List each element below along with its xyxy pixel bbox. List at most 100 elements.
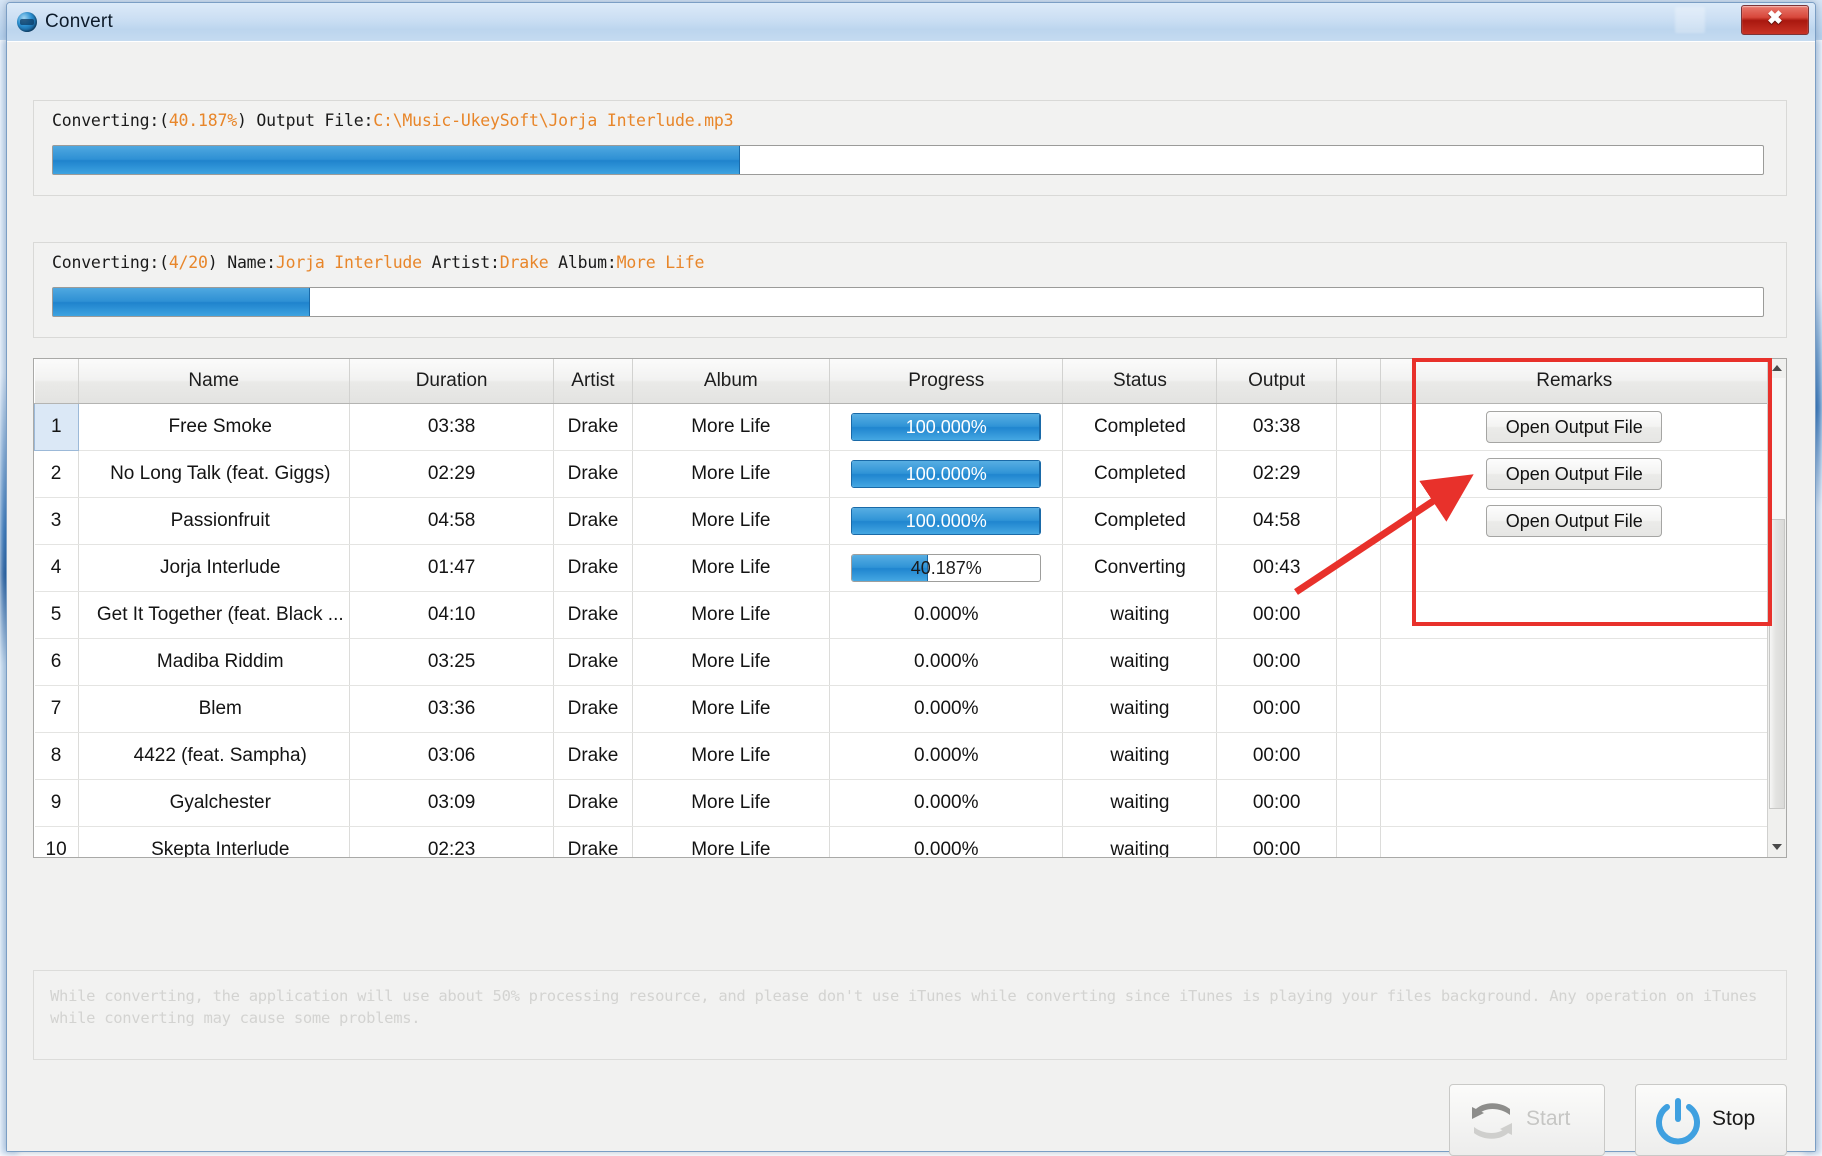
table-row[interactable]: 10 Skepta Interlude 02:23 Drake More Life 0.0… xyxy=(34,826,1770,857)
row-status-cell: waiting xyxy=(1062,826,1218,857)
row-album-cell: More Life xyxy=(632,450,831,498)
row-progress-cell: 100.000% xyxy=(829,450,1064,498)
close-icon[interactable]: ✖ xyxy=(1741,5,1809,35)
row-album-cell: More Life xyxy=(632,779,831,827)
current-progress-bar xyxy=(52,287,1764,317)
overall-progress-bar xyxy=(52,145,1764,175)
row-name-cell: Passionfruit xyxy=(78,497,350,545)
row-spacer-cell xyxy=(1336,779,1381,827)
column-header-artist[interactable]: Artist xyxy=(553,359,633,404)
column-header-rownum[interactable] xyxy=(34,359,79,404)
row-number-cell[interactable]: 5 xyxy=(34,591,79,639)
row-number-cell[interactable]: 3 xyxy=(34,497,79,545)
column-header-spacer[interactable] xyxy=(1336,359,1381,404)
row-status-cell: Completed xyxy=(1062,450,1218,498)
column-header-album[interactable]: Album xyxy=(632,359,831,404)
refresh-arrows-icon xyxy=(1472,1103,1512,1139)
row-progress-cell: 0.000% xyxy=(829,591,1064,639)
paren-open: ( xyxy=(159,111,169,130)
row-number-cell[interactable]: 4 xyxy=(34,544,79,592)
row-remarks-cell xyxy=(1380,779,1770,827)
row-status-cell: waiting xyxy=(1062,732,1218,780)
current-artist-value: Drake xyxy=(499,253,549,272)
table-row[interactable]: 4 Jorja Interlude 01:47 Drake More Life 40.18… xyxy=(34,544,1770,592)
overall-progress-fill xyxy=(53,146,741,174)
row-name-cell: Get It Together (feat. Black ... xyxy=(78,591,350,639)
table-row[interactable]: 8 4422 (feat. Sampha) 03:06 Drake More Life 0… xyxy=(34,732,1770,780)
row-progress-cell: 100.000% xyxy=(829,497,1064,545)
table-row[interactable]: 7 Blem 03:36 Drake More Life 0.000% waiting 00:… xyxy=(34,685,1770,733)
row-spacer-cell xyxy=(1336,497,1381,545)
open-output-file-button[interactable]: Open Output File xyxy=(1486,458,1663,490)
row-number-cell[interactable]: 7 xyxy=(34,685,79,733)
row-status-cell: Converting xyxy=(1062,544,1218,592)
row-progress-bar: 40.187% xyxy=(851,554,1042,582)
row-output-cell: 00:00 xyxy=(1216,591,1337,639)
row-album-cell: More Life xyxy=(632,591,831,639)
overall-progress-panel: Converting:(40.187%) Output File:C:\Musi… xyxy=(33,100,1787,196)
open-output-file-button[interactable]: Open Output File xyxy=(1486,505,1663,537)
table-row[interactable]: 3 Passionfruit 04:58 Drake More Life 100.000%… xyxy=(34,497,1770,545)
dialog-title: Convert xyxy=(45,11,113,32)
row-album-cell: More Life xyxy=(632,497,831,545)
scrollbar-thumb[interactable] xyxy=(1769,519,1785,809)
column-header-progress[interactable]: Progress xyxy=(829,359,1064,404)
row-number-cell[interactable]: 10 xyxy=(34,826,79,857)
row-number-cell[interactable]: 6 xyxy=(34,638,79,686)
row-progress-bar: 100.000% xyxy=(851,460,1042,488)
column-header-duration[interactable]: Duration xyxy=(349,359,555,404)
row-number-cell[interactable]: 2 xyxy=(34,450,79,498)
row-output-cell: 00:43 xyxy=(1216,544,1337,592)
row-status-cell: waiting xyxy=(1062,638,1218,686)
overall-output-path: C:\Music-UkeySoft\Jorja Interlude.mp3 xyxy=(373,111,734,130)
row-progress-cell: 0.000% xyxy=(829,826,1064,857)
row-duration-cell: 03:09 xyxy=(349,779,555,827)
scroll-up-icon[interactable] xyxy=(1768,359,1786,378)
overall-converting-label: Converting: xyxy=(52,111,160,130)
column-header-remarks[interactable]: Remarks xyxy=(1380,359,1770,404)
current-file-text: Converting:(4/20) Name:Jorja Interlude A… xyxy=(52,253,704,272)
table-row[interactable]: 5 Get It Together (feat. Black ... 04:10 Dr… xyxy=(34,591,1770,639)
row-remarks-cell xyxy=(1380,685,1770,733)
row-spacer-cell xyxy=(1336,826,1381,857)
row-album-cell: More Life xyxy=(632,638,831,686)
table-row[interactable]: 1 Free Smoke 03:38 Drake More Life 100.000% Co… xyxy=(34,403,1770,451)
current-album-value: More Life xyxy=(616,253,705,272)
row-artist-cell: Drake xyxy=(553,732,633,780)
row-output-cell: 00:00 xyxy=(1216,826,1337,857)
current-name-label: Name: xyxy=(217,253,276,272)
row-number-cell[interactable]: 1 xyxy=(34,403,79,451)
row-status-cell: waiting xyxy=(1062,685,1218,733)
row-duration-cell: 01:47 xyxy=(349,544,555,592)
table-row[interactable]: 9 Gyalchester 03:09 Drake More Life 0.000% wai… xyxy=(34,779,1770,827)
row-duration-cell: 02:23 xyxy=(349,826,555,857)
paren-close: ) xyxy=(236,111,247,130)
row-status-cell: Completed xyxy=(1062,497,1218,545)
open-output-file-button[interactable]: Open Output File xyxy=(1486,411,1663,443)
stop-button[interactable]: Stop xyxy=(1635,1084,1787,1156)
column-header-output[interactable]: Output xyxy=(1216,359,1337,404)
row-album-cell: More Life xyxy=(632,544,831,592)
row-spacer-cell xyxy=(1336,638,1381,686)
row-name-cell: Jorja Interlude xyxy=(78,544,350,592)
row-remarks-cell: Open Output File xyxy=(1380,497,1770,545)
row-progress-cell: 0.000% xyxy=(829,779,1064,827)
row-duration-cell: 03:36 xyxy=(349,685,555,733)
row-remarks-cell xyxy=(1380,591,1770,639)
table-row[interactable]: 2 No Long Talk (feat. Giggs) 02:29 Drake Mor… xyxy=(34,450,1770,498)
column-header-status[interactable]: Status xyxy=(1062,359,1218,404)
column-header-name[interactable]: Name xyxy=(78,359,350,404)
table-row[interactable]: 6 Madiba Riddim 03:25 Drake More Life 0.000% w… xyxy=(34,638,1770,686)
row-name-cell: No Long Talk (feat. Giggs) xyxy=(78,450,350,498)
row-number-cell[interactable]: 8 xyxy=(34,732,79,780)
start-button[interactable]: Start xyxy=(1449,1084,1605,1156)
minimize-button[interactable] xyxy=(1675,7,1705,33)
power-icon xyxy=(1656,1098,1700,1145)
scroll-down-icon[interactable] xyxy=(1768,838,1786,857)
scrollbar-track-upper[interactable] xyxy=(1769,378,1785,519)
current-artist-label: Artist: xyxy=(421,253,500,272)
overall-progress-text: Converting:(40.187%) Output File:C:\Musi… xyxy=(52,111,734,130)
table-vertical-scrollbar[interactable] xyxy=(1767,359,1786,857)
row-number-cell[interactable]: 9 xyxy=(34,779,79,827)
row-progress-label: 100.000% xyxy=(905,511,987,531)
